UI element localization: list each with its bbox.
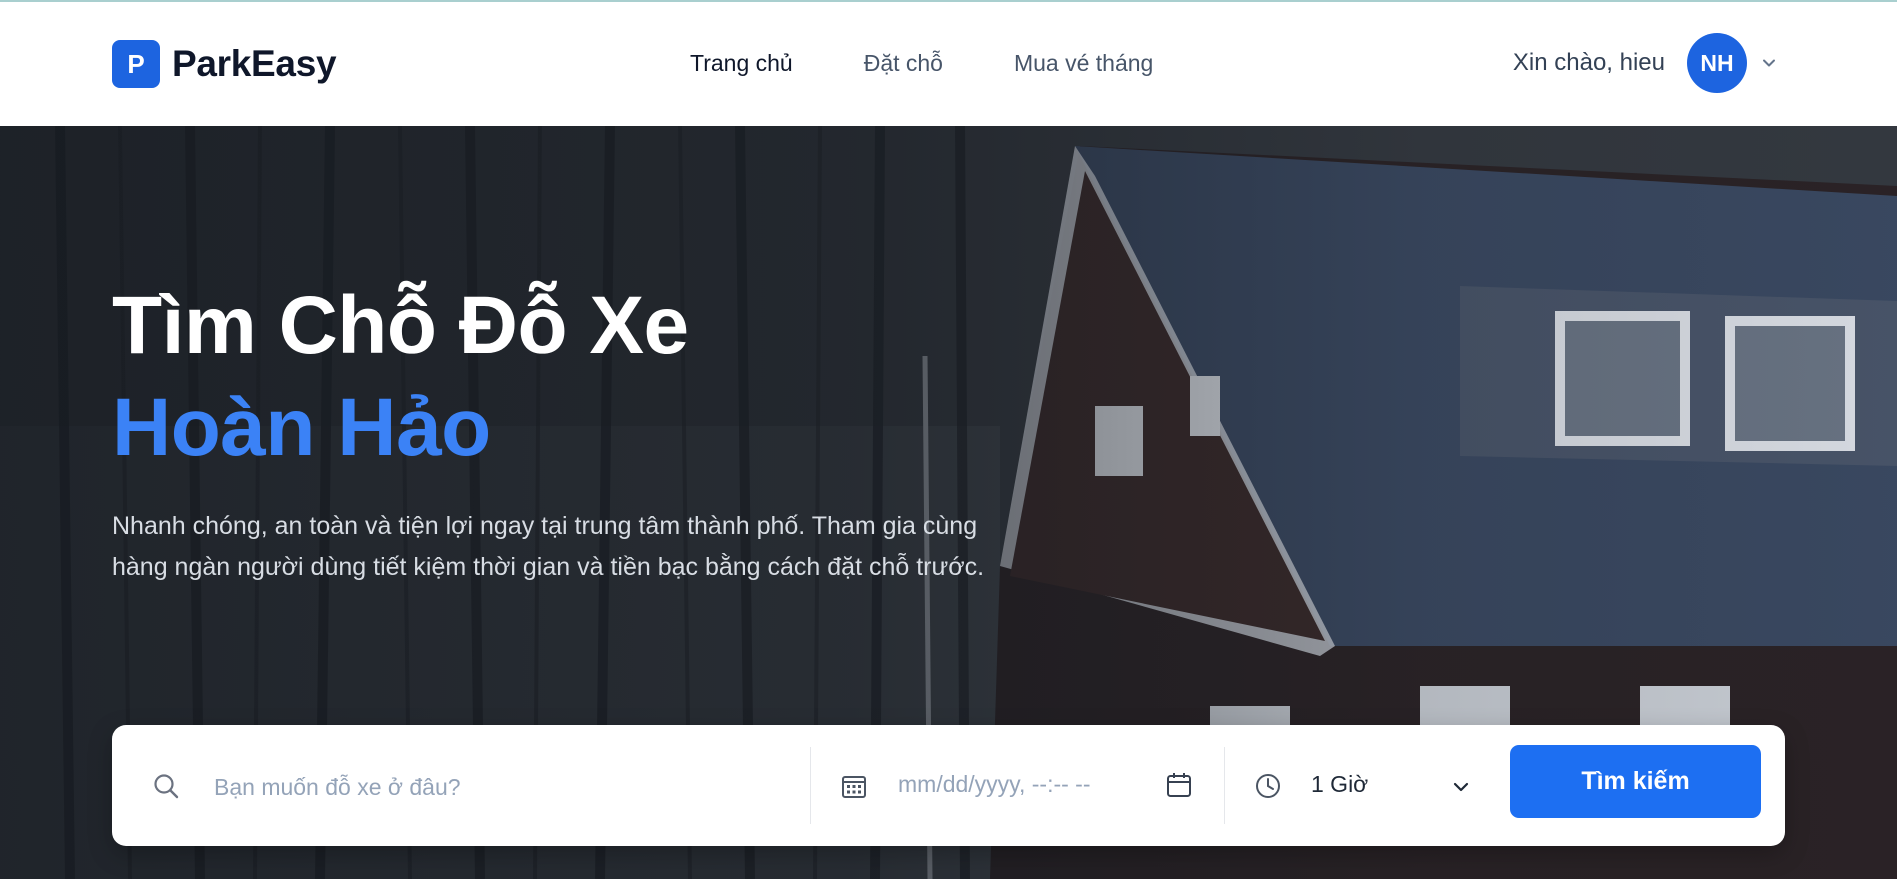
search-icon	[154, 774, 179, 799]
logo-mark: P	[112, 40, 160, 88]
hero-title-line2: Hoàn Hảo	[112, 382, 491, 473]
chevron-down-icon[interactable]	[1759, 53, 1779, 73]
duration-select[interactable]: 1 Giờ	[1311, 771, 1368, 798]
nav-home[interactable]: Trang chủ	[690, 48, 793, 78]
user-menu[interactable]: Xin chào, hieu NH	[1513, 33, 1779, 93]
divider	[810, 747, 811, 824]
navbar: P ParkEasy Trang chủ Đặt chỗ Mua vé thán…	[0, 2, 1897, 126]
user-greeting: Xin chào, hieu	[1512, 49, 1665, 76]
clock-icon	[1256, 774, 1280, 798]
datetime-input[interactable]: mm/dd/yyyy, --:-- --	[898, 771, 1091, 798]
calendar-icon	[842, 776, 866, 798]
hero-description: Nhanh chóng, an toàn và tiện lợi ngay tạ…	[112, 512, 985, 581]
hero-title-line1: Tìm Chỗ Đỗ Xe	[112, 280, 689, 371]
main-nav: Trang chủ Đặt chỗ Mua vé tháng	[690, 48, 1224, 78]
location-search-input[interactable]	[212, 763, 796, 811]
brand-logo[interactable]: P ParkEasy	[112, 40, 337, 88]
chevron-down-icon[interactable]	[1450, 776, 1472, 798]
calendar-picker-icon[interactable]	[1165, 771, 1193, 799]
search-bar: mm/dd/yyyy, --:-- -- 1 Giờ Tìm kiếm	[112, 725, 1785, 846]
brand-name: ParkEasy	[172, 43, 337, 84]
nav-booking[interactable]: Đặt chỗ	[864, 48, 943, 78]
divider	[1224, 747, 1225, 824]
nav-monthly-pass[interactable]: Mua vé tháng	[1014, 48, 1153, 78]
avatar[interactable]: NH	[1687, 33, 1747, 93]
hero-section: Tìm Chỗ Đỗ Xe Hoàn Hảo Nhanh chóng, an t…	[0, 126, 1897, 879]
search-button[interactable]: Tìm kiếm	[1510, 745, 1761, 818]
